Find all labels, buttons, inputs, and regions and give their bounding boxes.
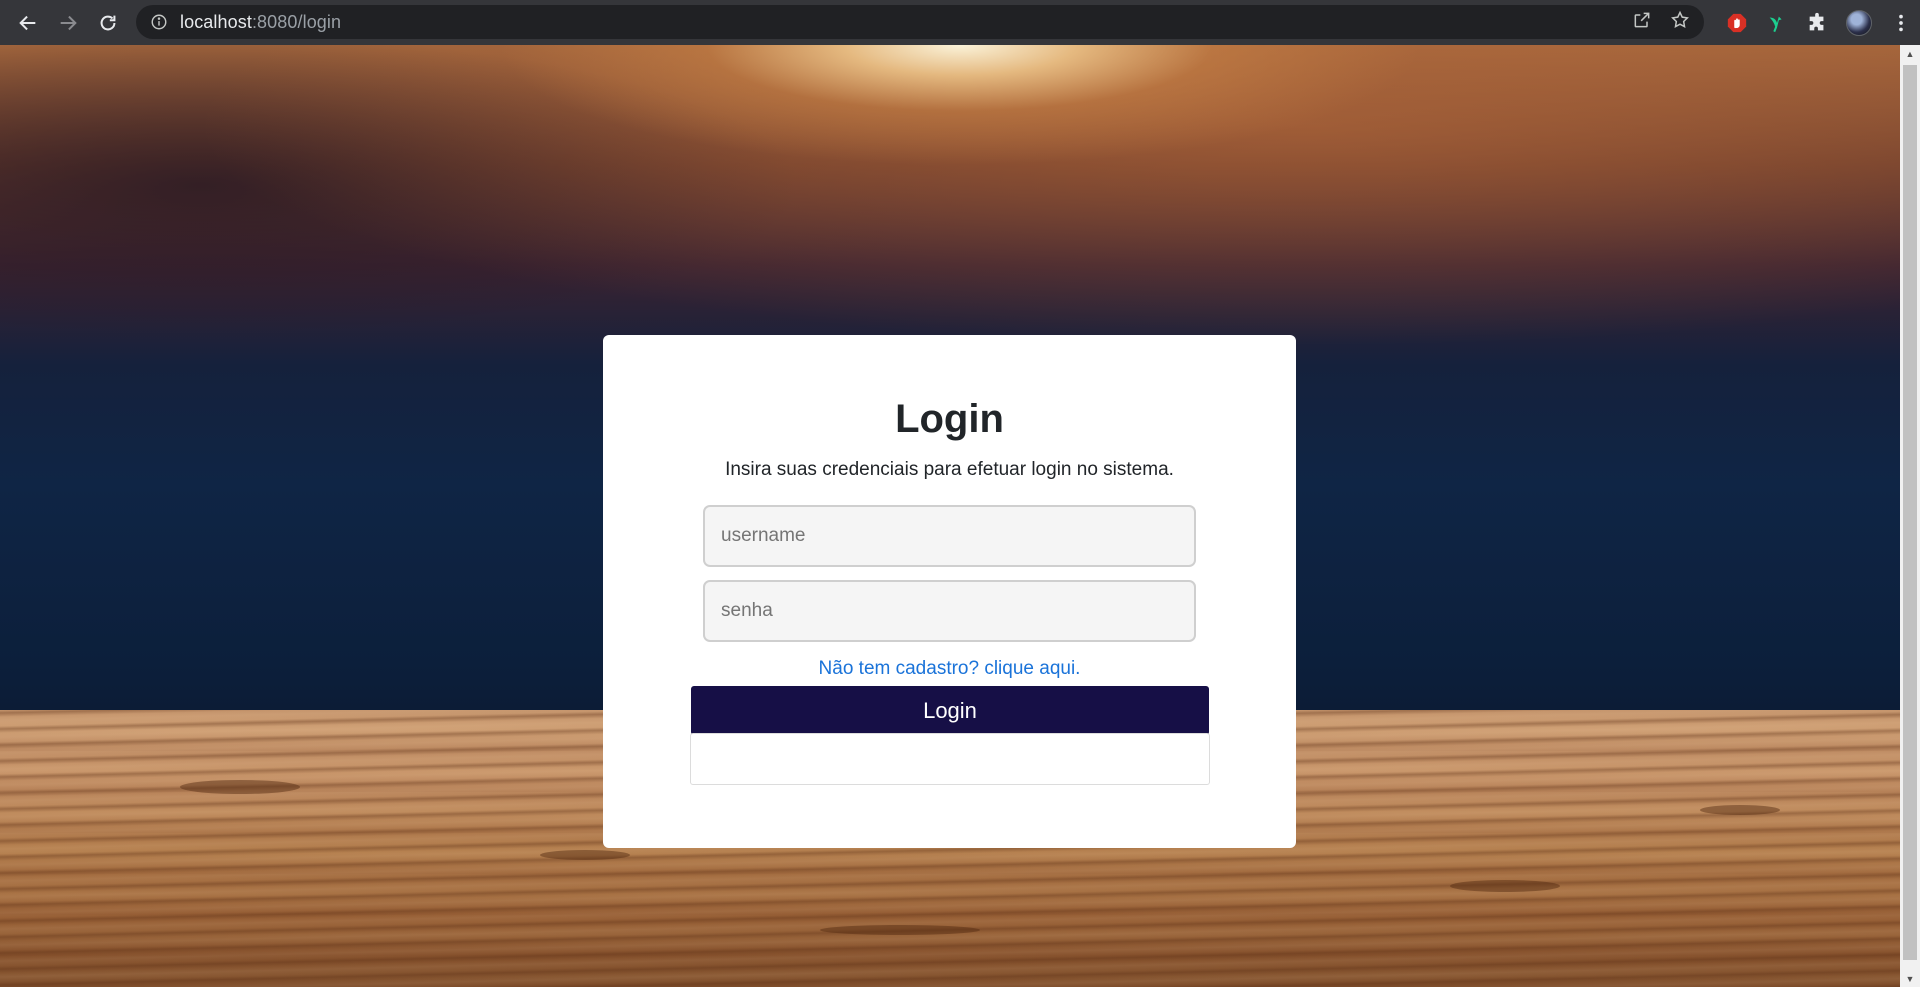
green-bird-icon[interactable] (1766, 12, 1788, 34)
wood-knot (540, 850, 630, 860)
address-bar-actions (1632, 5, 1690, 39)
url-path: :8080/login (251, 11, 342, 32)
back-arrow-icon[interactable] (8, 3, 48, 43)
login-button[interactable]: Login (691, 686, 1209, 735)
wood-knot (820, 925, 980, 935)
signup-link[interactable]: Não tem cadastro? clique aqui. (603, 658, 1296, 680)
wood-knot (1450, 880, 1560, 892)
page-background: Login Insira suas credenciais para efetu… (0, 45, 1900, 987)
vertical-dots-icon[interactable] (1890, 12, 1912, 34)
url-host: localhost (180, 11, 252, 32)
scroll-up-arrow-icon[interactable]: ▲ (1900, 45, 1920, 62)
extensions-row (1726, 0, 1912, 45)
forward-arrow-icon[interactable] (48, 3, 88, 43)
puzzle-icon[interactable] (1806, 12, 1828, 34)
login-card: Login Insira suas credenciais para efetu… (603, 335, 1296, 848)
scroll-down-arrow-icon[interactable]: ▼ (1900, 970, 1920, 987)
reload-icon[interactable] (88, 3, 128, 43)
adblock-hand-icon[interactable] (1726, 12, 1748, 34)
scrollbar-thumb[interactable] (1903, 65, 1917, 960)
page-title: Login (895, 397, 1004, 441)
message-box (690, 733, 1210, 785)
browser-toolbar: localhost:8080/login (0, 0, 1920, 45)
star-icon[interactable] (1670, 10, 1690, 35)
wood-knot (1700, 805, 1780, 815)
profile-avatar[interactable] (1846, 9, 1872, 36)
info-icon[interactable] (150, 13, 168, 31)
nav-buttons (8, 3, 128, 43)
login-subtitle: Insira suas credenciais para efetuar log… (725, 459, 1174, 480)
password-input[interactable] (703, 580, 1196, 642)
wood-knot (180, 780, 300, 794)
username-input[interactable] (703, 505, 1196, 567)
address-bar[interactable]: localhost:8080/login (136, 5, 1704, 39)
url-text: localhost:8080/login (180, 12, 341, 33)
vertical-scrollbar[interactable]: ▲ ▼ (1900, 45, 1920, 987)
share-icon[interactable] (1632, 10, 1652, 35)
